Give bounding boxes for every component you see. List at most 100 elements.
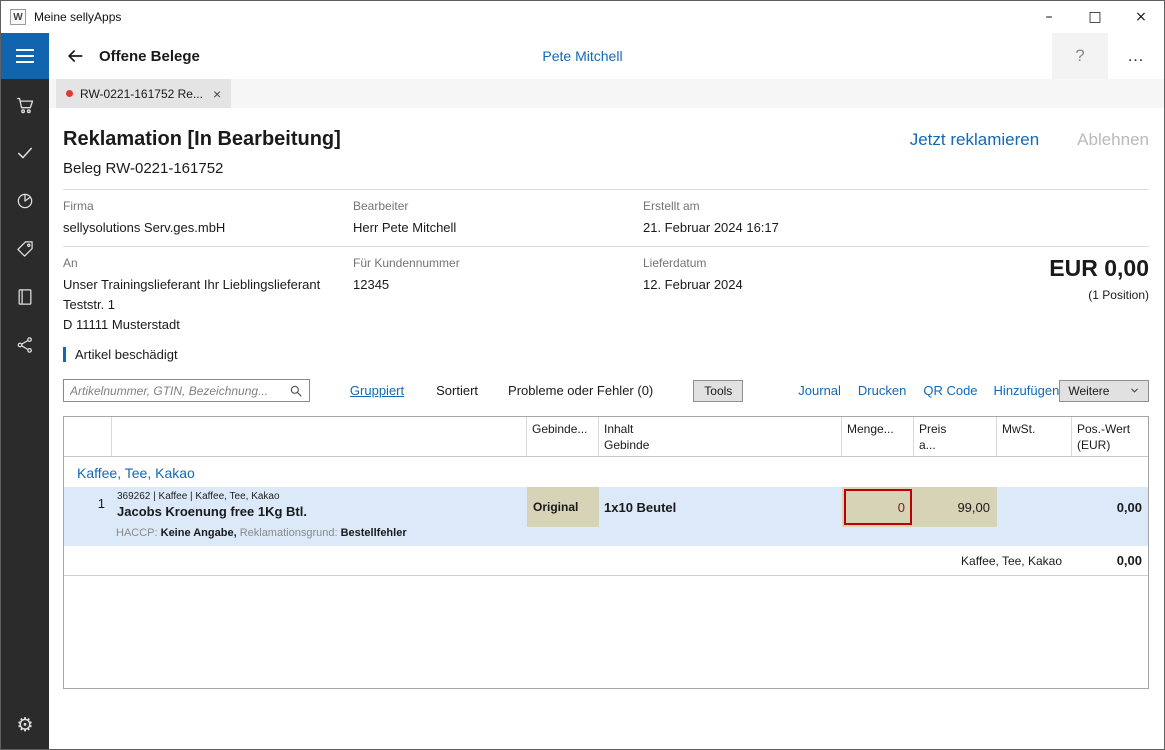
chevron-down-icon	[1129, 385, 1140, 396]
field-label: Firma	[63, 199, 353, 213]
field-label: Für Kundennummer	[353, 256, 643, 270]
journal-link[interactable]: Journal	[798, 383, 841, 398]
col-gebinde[interactable]: Gebinde...	[527, 417, 599, 456]
back-button[interactable]	[55, 33, 95, 79]
help-button[interactable]: ?	[1052, 33, 1108, 79]
row-details: HACCP: Keine Angabe, Reklamationsgrund: …	[64, 527, 1148, 546]
field-value: Herr Pete Mitchell	[353, 220, 643, 235]
tab-document[interactable]: RW-0221-161752 Re... ×	[56, 79, 231, 108]
add-link[interactable]: Hinzufügen	[994, 383, 1060, 398]
col-description	[112, 417, 527, 456]
price-cell[interactable]: 99,00	[914, 487, 997, 527]
cart-icon	[15, 95, 36, 116]
more-actions-dropdown[interactable]: Weitere	[1059, 380, 1149, 402]
col-menge[interactable]: Menge...	[842, 417, 914, 456]
field-lieferdatum: Lieferdatum 12. Februar 2024	[643, 256, 973, 332]
field-erstellt-am: Erstellt am 21. Februar 2024 16:17	[643, 199, 1149, 235]
field-value: 12. Februar 2024	[643, 277, 973, 292]
recipient-line: Unser Trainingslieferant Ihr Lieblingsli…	[63, 277, 353, 292]
sidebar-item-share[interactable]	[1, 321, 49, 369]
tools-button[interactable]: Tools	[693, 380, 743, 402]
mwst-cell	[997, 487, 1072, 527]
field-an: An Unser Trainingslieferant Ihr Liebling…	[63, 256, 353, 332]
book-icon	[15, 287, 35, 307]
field-label: Bearbeiter	[353, 199, 643, 213]
reason-label: Reklamationsgrund:	[240, 527, 341, 539]
document-meta-row-1: Firma sellysolutions Serv.ges.mbH Bearbe…	[63, 190, 1149, 247]
app-header: Offene Belege Pete Mitchell ? …	[1, 33, 1164, 79]
article-meta: 369262 | Kaffee | Kaffee, Tee, Kakao	[117, 491, 522, 502]
reject-button[interactable]: Ablehnen	[1077, 130, 1149, 150]
col-mwst[interactable]: MwSt.	[997, 417, 1072, 456]
position-value-cell: 0,00	[1072, 487, 1148, 527]
note-marker-icon	[63, 347, 66, 362]
field-value: 12345	[353, 277, 643, 292]
tab-label: RW-0221-161752 Re...	[80, 87, 203, 101]
subtotal-group-name: Kaffee, Tee, Kakao	[961, 554, 1062, 568]
gebinde-cell[interactable]: Original	[527, 487, 599, 527]
col-pos-wert[interactable]: Pos.-Wert (EUR)	[1072, 417, 1148, 456]
recipient-line: Teststr. 1	[63, 297, 353, 312]
positions-toolbar: Gruppiert Sortiert Probleme oder Fehler …	[63, 379, 1149, 402]
field-bearbeiter: Bearbeiter Herr Pete Mitchell	[353, 199, 643, 235]
col-inhalt-gebinde[interactable]: Inhalt Gebinde	[599, 417, 842, 456]
sidebar-item-statistics[interactable]	[1, 177, 49, 225]
share-network-icon	[15, 335, 35, 355]
quantity-input[interactable]: 0	[844, 489, 912, 525]
price-tag-icon	[15, 239, 35, 259]
titlebar: W Meine sellyApps – □ ×	[1, 1, 1164, 33]
group-subtotal-row: Kaffee, Tee, Kakao 0,00	[64, 546, 1148, 576]
check-icon	[15, 143, 35, 163]
field-value: 21. Februar 2024 16:17	[643, 220, 1149, 235]
document-number: Beleg RW-0221-161752	[63, 160, 1149, 177]
group-header[interactable]: Kaffee, Tee, Kakao	[64, 457, 1148, 487]
article-name: Jacobs Kroenung free 1Kg Btl.	[117, 504, 522, 519]
inhalt-cell: 1x10 Beutel	[599, 487, 842, 527]
sidebar-item-journal[interactable]	[1, 273, 49, 321]
sort-toggle[interactable]: Sortiert	[436, 383, 478, 398]
table-row[interactable]: 1 369262 | Kaffee | Kaffee, Tee, Kakao J…	[64, 487, 1148, 527]
more-options-button[interactable]: …	[1108, 33, 1164, 79]
field-firma: Firma sellysolutions Serv.ges.mbH	[63, 199, 353, 235]
col-preis[interactable]: Preis a...	[914, 417, 997, 456]
subtotal-value: 0,00	[1062, 553, 1148, 568]
hamburger-menu-button[interactable]	[1, 33, 49, 79]
document-total: EUR 0,00 (1 Position)	[973, 256, 1149, 332]
document-note: Artikel beschädigt	[63, 347, 1149, 362]
sidebar-item-settings[interactable]: ⚙	[1, 701, 49, 749]
problems-filter[interactable]: Probleme oder Fehler (0)	[508, 383, 653, 398]
qr-code-link[interactable]: QR Code	[923, 383, 977, 398]
field-value: sellysolutions Serv.ges.mbH	[63, 220, 353, 235]
sidebar-item-cart[interactable]	[1, 81, 49, 129]
pie-chart-icon	[15, 191, 35, 211]
document-meta-row-2: An Unser Trainingslieferant Ihr Liebling…	[63, 247, 1149, 332]
document-title: Reklamation [In Bearbeitung]	[63, 128, 341, 151]
close-button[interactable]: ×	[1118, 1, 1164, 33]
group-toggle[interactable]: Gruppiert	[350, 383, 404, 398]
sidebar-item-prices[interactable]	[1, 225, 49, 273]
article-search[interactable]	[63, 379, 310, 402]
header-actions: ? …	[1052, 33, 1164, 79]
dropdown-label: Weitere	[1068, 384, 1109, 398]
page-title: Offene Belege	[99, 48, 200, 65]
minimize-button[interactable]: –	[1026, 1, 1072, 33]
print-link[interactable]: Drucken	[858, 383, 906, 398]
note-text: Artikel beschädigt	[75, 347, 178, 362]
recipient-line: D 11111 Musterstadt	[63, 317, 353, 332]
reclaim-now-button[interactable]: Jetzt reklamieren	[910, 130, 1039, 150]
row-number: 1	[64, 487, 112, 527]
field-kundennummer: Für Kundennummer 12345	[353, 256, 643, 332]
back-arrow-icon	[65, 46, 85, 66]
sidebar: ⚙	[1, 79, 49, 749]
article-description: 369262 | Kaffee | Kaffee, Tee, Kakao Jac…	[112, 487, 527, 527]
sidebar-item-tasks[interactable]	[1, 129, 49, 177]
col-number	[64, 417, 112, 456]
search-input[interactable]	[70, 384, 289, 398]
tab-close-icon[interactable]: ×	[213, 87, 221, 101]
maximize-button[interactable]: □	[1072, 1, 1118, 33]
app-window: W Meine sellyApps – □ × Offene Belege Pe…	[0, 0, 1165, 750]
field-label: Lieferdatum	[643, 256, 973, 270]
user-name[interactable]: Pete Mitchell	[542, 48, 622, 64]
field-label: An	[63, 256, 353, 270]
positions-table: Gebinde... Inhalt Gebinde Menge... Preis…	[63, 416, 1149, 689]
